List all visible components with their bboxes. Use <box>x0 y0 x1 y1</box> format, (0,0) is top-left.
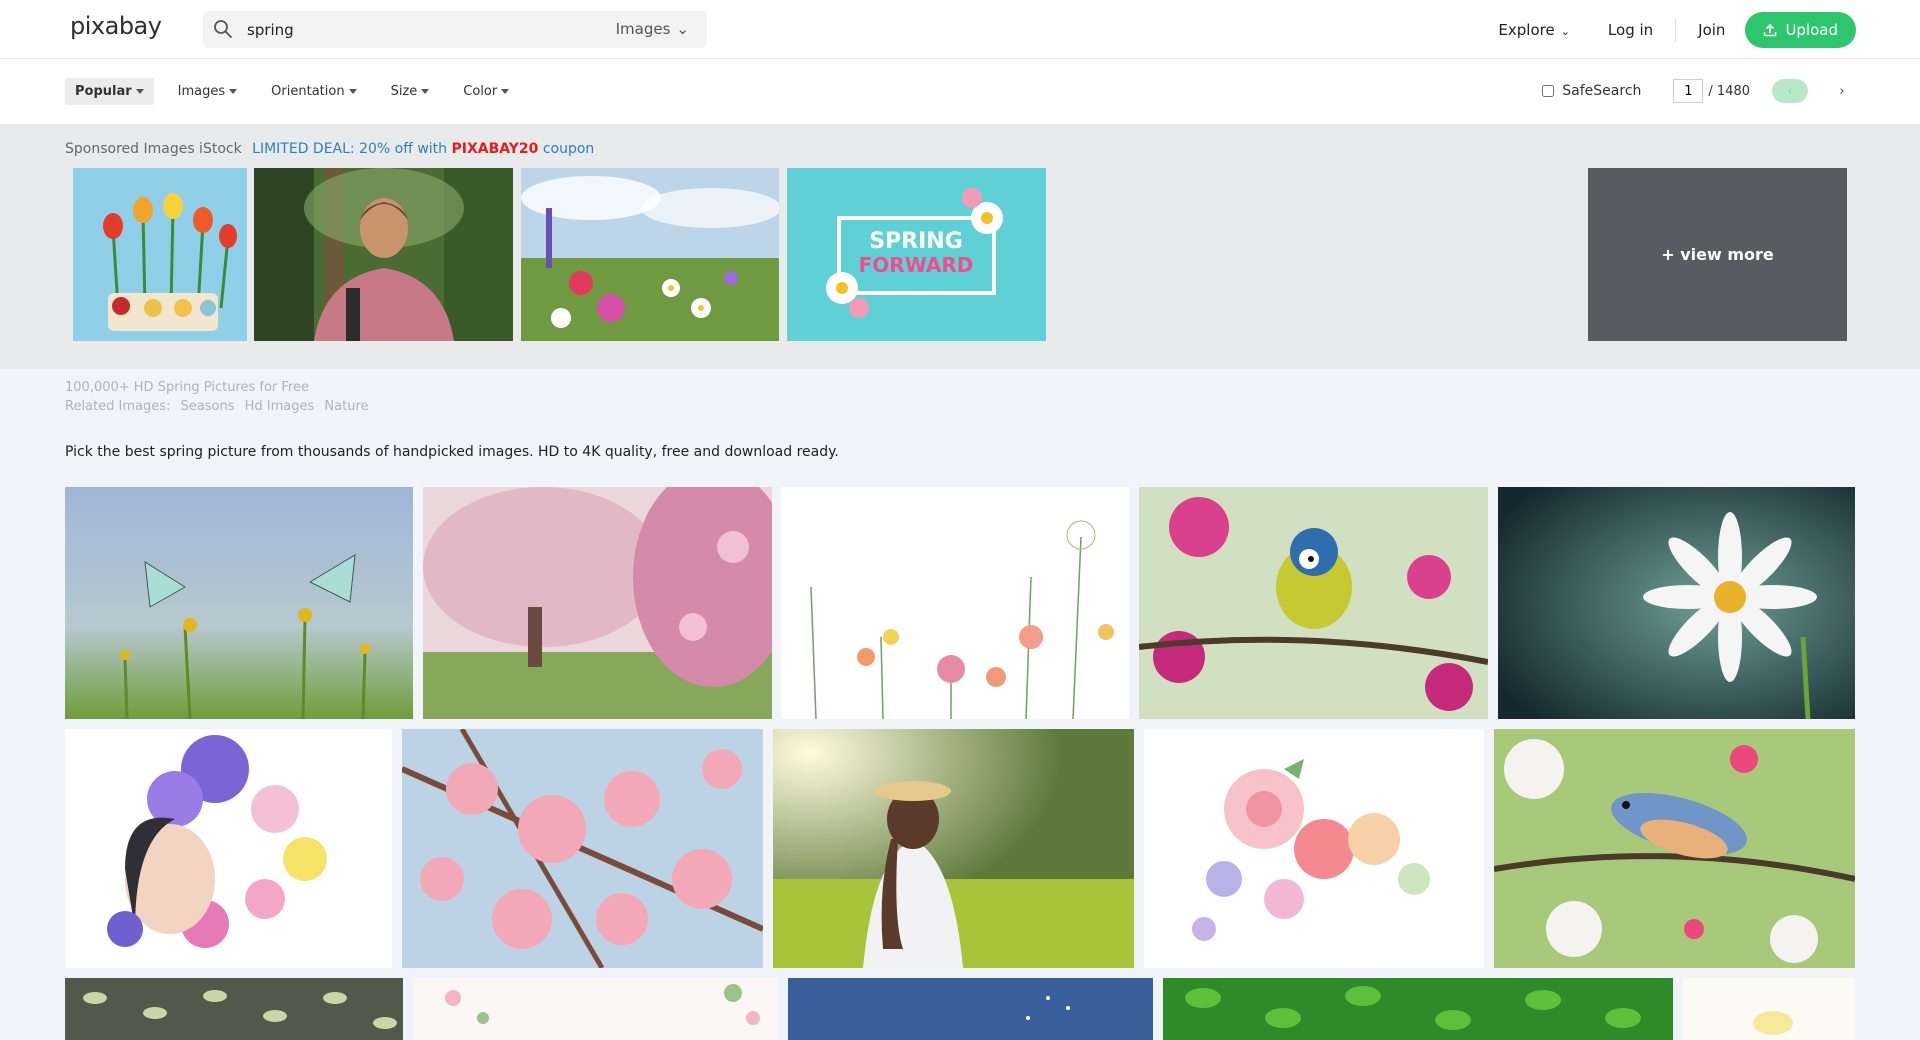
explore-menu[interactable]: Explore ⌄ <box>1498 21 1570 39</box>
upload-icon <box>1764 23 1777 37</box>
image-tile-daisy[interactable] <box>1498 487 1855 719</box>
caret-down-icon <box>348 89 357 94</box>
filter-group: Popular Images Orientation Size Color <box>65 78 533 105</box>
results-title: 100,000+ HD Spring Pictures for Free <box>65 380 309 395</box>
safesearch-toggle[interactable]: SafeSearch <box>1542 83 1641 99</box>
next-page-button[interactable]: › <box>1824 79 1860 103</box>
search-bar[interactable]: Images ⌄ <box>203 11 707 48</box>
safesearch-checkbox[interactable] <box>1542 85 1555 97</box>
page-total: / 1480 <box>1708 83 1750 99</box>
image-tile-watercolor-flowers[interactable] <box>781 487 1129 719</box>
image-tile-dandelion-sky[interactable] <box>788 978 1153 1040</box>
image-tile-butterflies[interactable] <box>65 487 413 719</box>
image-tile-girl-flowers-illustration[interactable] <box>65 729 392 968</box>
filter-size[interactable]: Size <box>381 78 440 105</box>
chevron-left-icon: ‹ <box>1787 83 1793 99</box>
image-tile-nuthatch[interactable] <box>1494 729 1855 968</box>
pagination-controls: SafeSearch / 1480 ‹ › <box>1542 79 1860 103</box>
login-link[interactable]: Log in <box>1608 21 1653 39</box>
related-link-nature[interactable]: Nature <box>324 399 368 414</box>
upload-button[interactable]: Upload <box>1745 12 1856 48</box>
forward-text: FORWARD <box>859 253 974 277</box>
chevron-down-icon: ⌄ <box>1560 25 1570 38</box>
image-tile-blue-tit[interactable] <box>1139 487 1488 719</box>
image-tile-cherry-tree[interactable] <box>423 487 772 719</box>
top-header: pixabay Images ⌄ Explore ⌄ Log in Join Upl… <box>0 0 1920 59</box>
filter-size-label: Size <box>390 84 418 99</box>
deal-suffix: coupon <box>542 141 595 157</box>
safesearch-label: SafeSearch <box>1562 83 1642 99</box>
filter-bar: Popular Images Orientation Size Color Sa… <box>0 59 1920 124</box>
sponsored-strip: Sponsored Images iStock LIMITED DEAL: 20… <box>0 124 1920 369</box>
filter-popular-label: Popular <box>75 84 132 99</box>
explore-label: Explore <box>1498 21 1555 39</box>
filter-popular[interactable]: Popular <box>65 78 154 105</box>
search-type-dropdown[interactable]: Images ⌄ <box>616 20 689 38</box>
spring-text: SPRING <box>869 229 963 254</box>
chevron-right-icon: › <box>1839 83 1845 99</box>
caret-down-icon <box>229 89 238 94</box>
prev-page-button[interactable]: ‹ <box>1772 79 1808 103</box>
image-tile-yellow-flower[interactable] <box>1683 978 1855 1040</box>
image-tile-watercolor-bouquet[interactable] <box>1144 729 1484 968</box>
nav-divider <box>1675 18 1677 42</box>
page-description: Pick the best spring picture from thousa… <box>65 444 839 460</box>
image-tile-cherry-blossoms[interactable] <box>402 729 763 968</box>
search-input[interactable] <box>247 17 567 43</box>
related-link-hd-images[interactable]: Hd Images <box>245 399 315 414</box>
deal-link[interactable]: LIMITED DEAL: 20% off with PIXABAY20 cou… <box>252 141 594 157</box>
related-link-seasons[interactable]: Seasons <box>181 399 235 414</box>
caret-down-icon <box>135 89 144 94</box>
filter-images-label: Images <box>177 84 226 99</box>
sponsored-image-wildflowers[interactable] <box>521 168 779 341</box>
chevron-down-icon: ⌄ <box>676 20 689 38</box>
pixabay-logo[interactable]: pixabay <box>70 12 162 40</box>
image-tile-girl-in-meadow[interactable] <box>773 729 1134 968</box>
deal-code: PIXABAY20 <box>451 141 539 157</box>
sponsored-image-spring-forward[interactable]: SPRING FORWARD <box>787 168 1046 341</box>
upload-label: Upload <box>1785 21 1838 39</box>
image-tile-pink-branches[interactable] <box>413 978 778 1040</box>
sponsored-label: Sponsored Images iStock LIMITED DEAL: 20… <box>65 141 594 157</box>
search-icon <box>214 20 232 38</box>
sponsored-image-hiker[interactable] <box>254 168 513 341</box>
filter-color-label: Color <box>463 84 498 99</box>
search-type-label: Images <box>615 20 671 38</box>
sponsored-title: Sponsored Images iStock <box>65 141 242 157</box>
deal-prefix: LIMITED DEAL: 20% off with <box>252 141 448 157</box>
image-tile-green-leaves[interactable] <box>1163 978 1673 1040</box>
header-nav: Explore ⌄ Log in Join Upload <box>1460 12 1856 48</box>
caret-down-icon <box>501 89 510 94</box>
related-images: Related Images: Seasons Hd Images Nature <box>65 399 375 414</box>
page-number-input[interactable] <box>1673 79 1704 103</box>
image-tile-leaf-pattern[interactable] <box>65 978 403 1040</box>
related-label: Related Images: <box>65 399 171 414</box>
filter-orientation[interactable]: Orientation <box>261 78 366 105</box>
filter-images[interactable]: Images <box>168 78 248 105</box>
filter-color[interactable]: Color <box>453 78 519 105</box>
view-more-button[interactable]: + view more <box>1588 168 1847 341</box>
caret-down-icon <box>421 89 430 94</box>
join-link[interactable]: Join <box>1698 21 1725 39</box>
filter-orientation-label: Orientation <box>271 84 345 99</box>
sponsored-image-tulips[interactable] <box>73 168 247 341</box>
